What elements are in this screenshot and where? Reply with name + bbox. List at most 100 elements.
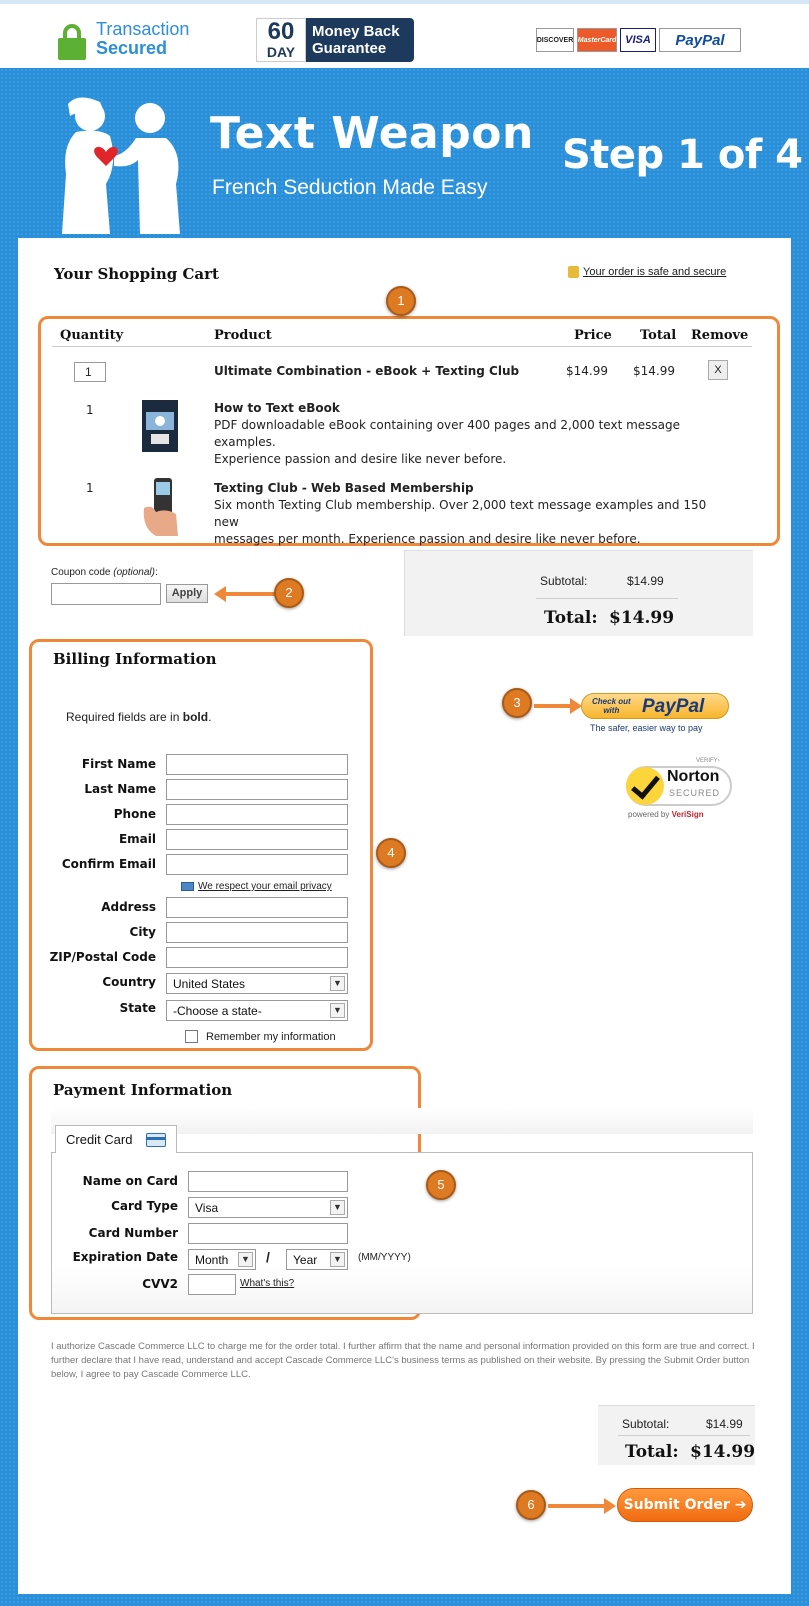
envelope-icon: [181, 882, 194, 891]
club-desc-line2: messages per month. Experience passion a…: [214, 532, 641, 546]
coupon-input[interactable]: [51, 583, 161, 605]
verisign-label: VeriSign: [671, 810, 704, 819]
credit-card-tab-label: Credit Card: [66, 1132, 133, 1147]
quantity-input[interactable]: 1: [74, 362, 106, 382]
paypal-tagline: The safer, easier way to pay: [590, 723, 703, 733]
norton-seal[interactable]: VERIFY› Norton SECURED powered by VeriSi…: [622, 758, 732, 822]
guarantee-line1: Money Back: [312, 23, 400, 40]
norton-verify: VERIFY›: [696, 758, 720, 764]
bottom-total-value: $14.99: [690, 1442, 756, 1462]
remember-checkbox[interactable]: [185, 1030, 198, 1043]
mastercard-logo: MasterCard: [577, 28, 617, 52]
lock-icon: [58, 24, 86, 60]
state-label: State: [119, 1001, 156, 1015]
transaction-secured-label: Transaction Secured: [96, 20, 189, 58]
whats-this-link[interactable]: What's this?: [240, 1278, 294, 1289]
remember-me: Remember my information: [185, 1030, 336, 1043]
paypal-word: PayPal: [642, 696, 705, 717]
banner: Text Weapon French Seduction Made Easy S…: [0, 68, 809, 238]
card-number-label: Card Number: [88, 1226, 178, 1240]
confirm-email-label: Confirm Email: [61, 857, 156, 871]
bottom-subtotal-label: Subtotal:: [622, 1417, 670, 1431]
paypal-checkout-button[interactable]: Check out with PayPal: [581, 693, 729, 719]
state-value: -Choose a state-: [173, 1004, 262, 1018]
submit-order-button[interactable]: Submit Order ➔: [617, 1488, 753, 1522]
ebook-desc-line1: PDF downloadable eBook containing over 4…: [214, 418, 681, 449]
card-type-value: Visa: [195, 1201, 219, 1215]
padlock-icon: [568, 266, 579, 278]
marker-4: 4: [376, 838, 406, 868]
cvv2-label: CVV2: [142, 1277, 178, 1291]
payment-title: Payment Information: [53, 1081, 233, 1099]
col-quantity: Quantity: [60, 328, 124, 343]
cvv2-input[interactable]: [188, 1274, 236, 1295]
email-label: Email: [118, 832, 156, 846]
country-select[interactable]: United States ▼: [166, 973, 348, 994]
norton-powered-text: powered by: [628, 810, 672, 819]
chevron-down-icon: ▼: [330, 1003, 345, 1018]
paypal-checkout-label: Check out with: [592, 697, 631, 715]
remove-item-button[interactable]: X: [708, 360, 728, 380]
marker-3: 3: [502, 688, 532, 718]
address-input[interactable]: [166, 897, 348, 918]
apply-coupon-button[interactable]: Apply: [166, 584, 208, 603]
required-note-text: Required fields are in: [66, 710, 183, 724]
chevron-down-icon: ▼: [330, 976, 345, 991]
bottom-total-label: Total:: [625, 1442, 679, 1462]
card-type-select[interactable]: Visa ▼: [188, 1197, 348, 1218]
marker-1: 1: [386, 286, 416, 316]
club-details: Texting Club - Web Based Membership Six …: [214, 480, 734, 548]
card-number-input[interactable]: [188, 1223, 348, 1244]
first-name-input[interactable]: [166, 754, 348, 775]
confirm-email-input[interactable]: [166, 854, 348, 875]
chevron-down-icon: ▼: [330, 1252, 345, 1267]
email-input[interactable]: [166, 829, 348, 850]
guarantee-day-word: DAY: [266, 44, 296, 60]
norton-secured: SECURED: [669, 788, 721, 798]
safe-secure-link[interactable]: Your order is safe and secure: [568, 266, 726, 278]
billing-title: Billing Information: [53, 650, 217, 668]
col-remove: Remove: [691, 328, 749, 343]
authorization-text: I authorize Cascade Commerce LLC to char…: [51, 1341, 755, 1380]
main-item-price: $14.99: [566, 364, 608, 378]
summary-divider: [536, 598, 678, 599]
phone-label: Phone: [113, 807, 156, 821]
secure-line1: Transaction: [96, 19, 190, 39]
bottom-summary-divider: [618, 1435, 750, 1436]
club-name: Texting Club - Web Based Membership: [214, 481, 474, 495]
ebook-name: How to Text eBook: [214, 401, 340, 415]
main-item-title: Ultimate Combination - eBook + Texting C…: [214, 364, 520, 378]
name-on-card-input[interactable]: [188, 1171, 348, 1192]
exp-year-value: Year: [293, 1253, 318, 1267]
date-separator: /: [266, 1249, 270, 1265]
tab-credit-card[interactable]: Credit Card: [55, 1125, 177, 1153]
total-label: Total:: [544, 608, 598, 628]
paypal-checkout-line1: Check out: [592, 697, 631, 706]
paypal-checkout-line2: with: [603, 706, 620, 715]
couple-silhouette-icon: [62, 97, 180, 234]
city-input[interactable]: [166, 922, 348, 943]
last-name-input[interactable]: [166, 779, 348, 800]
bottom-subtotal-value: $14.99: [706, 1417, 743, 1431]
exp-month-select[interactable]: Month ▼: [188, 1249, 256, 1270]
email-privacy-label: We respect your email privacy: [198, 881, 332, 892]
expiration-label: Expiration Date: [72, 1250, 178, 1264]
zip-input[interactable]: [166, 947, 348, 968]
checkmark-icon: [626, 767, 664, 805]
last-name-label: Last Name: [84, 782, 156, 796]
ebook-details: How to Text eBook PDF downloadable eBook…: [214, 400, 734, 468]
exp-year-select[interactable]: Year ▼: [286, 1249, 348, 1270]
phone-input[interactable]: [166, 804, 348, 825]
secure-line2: Secured: [96, 38, 168, 58]
col-total: Total: [640, 328, 677, 343]
email-privacy-link[interactable]: We respect your email privacy: [181, 881, 332, 892]
marker-3-arrow: [534, 698, 582, 714]
state-select[interactable]: -Choose a state- ▼: [166, 1000, 348, 1021]
chevron-down-icon: ▼: [330, 1200, 345, 1215]
step-indicator: Step 1 of 4: [562, 132, 803, 178]
col-price: Price: [574, 328, 612, 343]
coupon-label-text: Coupon code: [51, 567, 114, 578]
norton-powered-by: powered by VeriSign: [628, 810, 704, 819]
required-note-end: .: [208, 710, 212, 724]
total-value: $14.99: [609, 608, 675, 628]
